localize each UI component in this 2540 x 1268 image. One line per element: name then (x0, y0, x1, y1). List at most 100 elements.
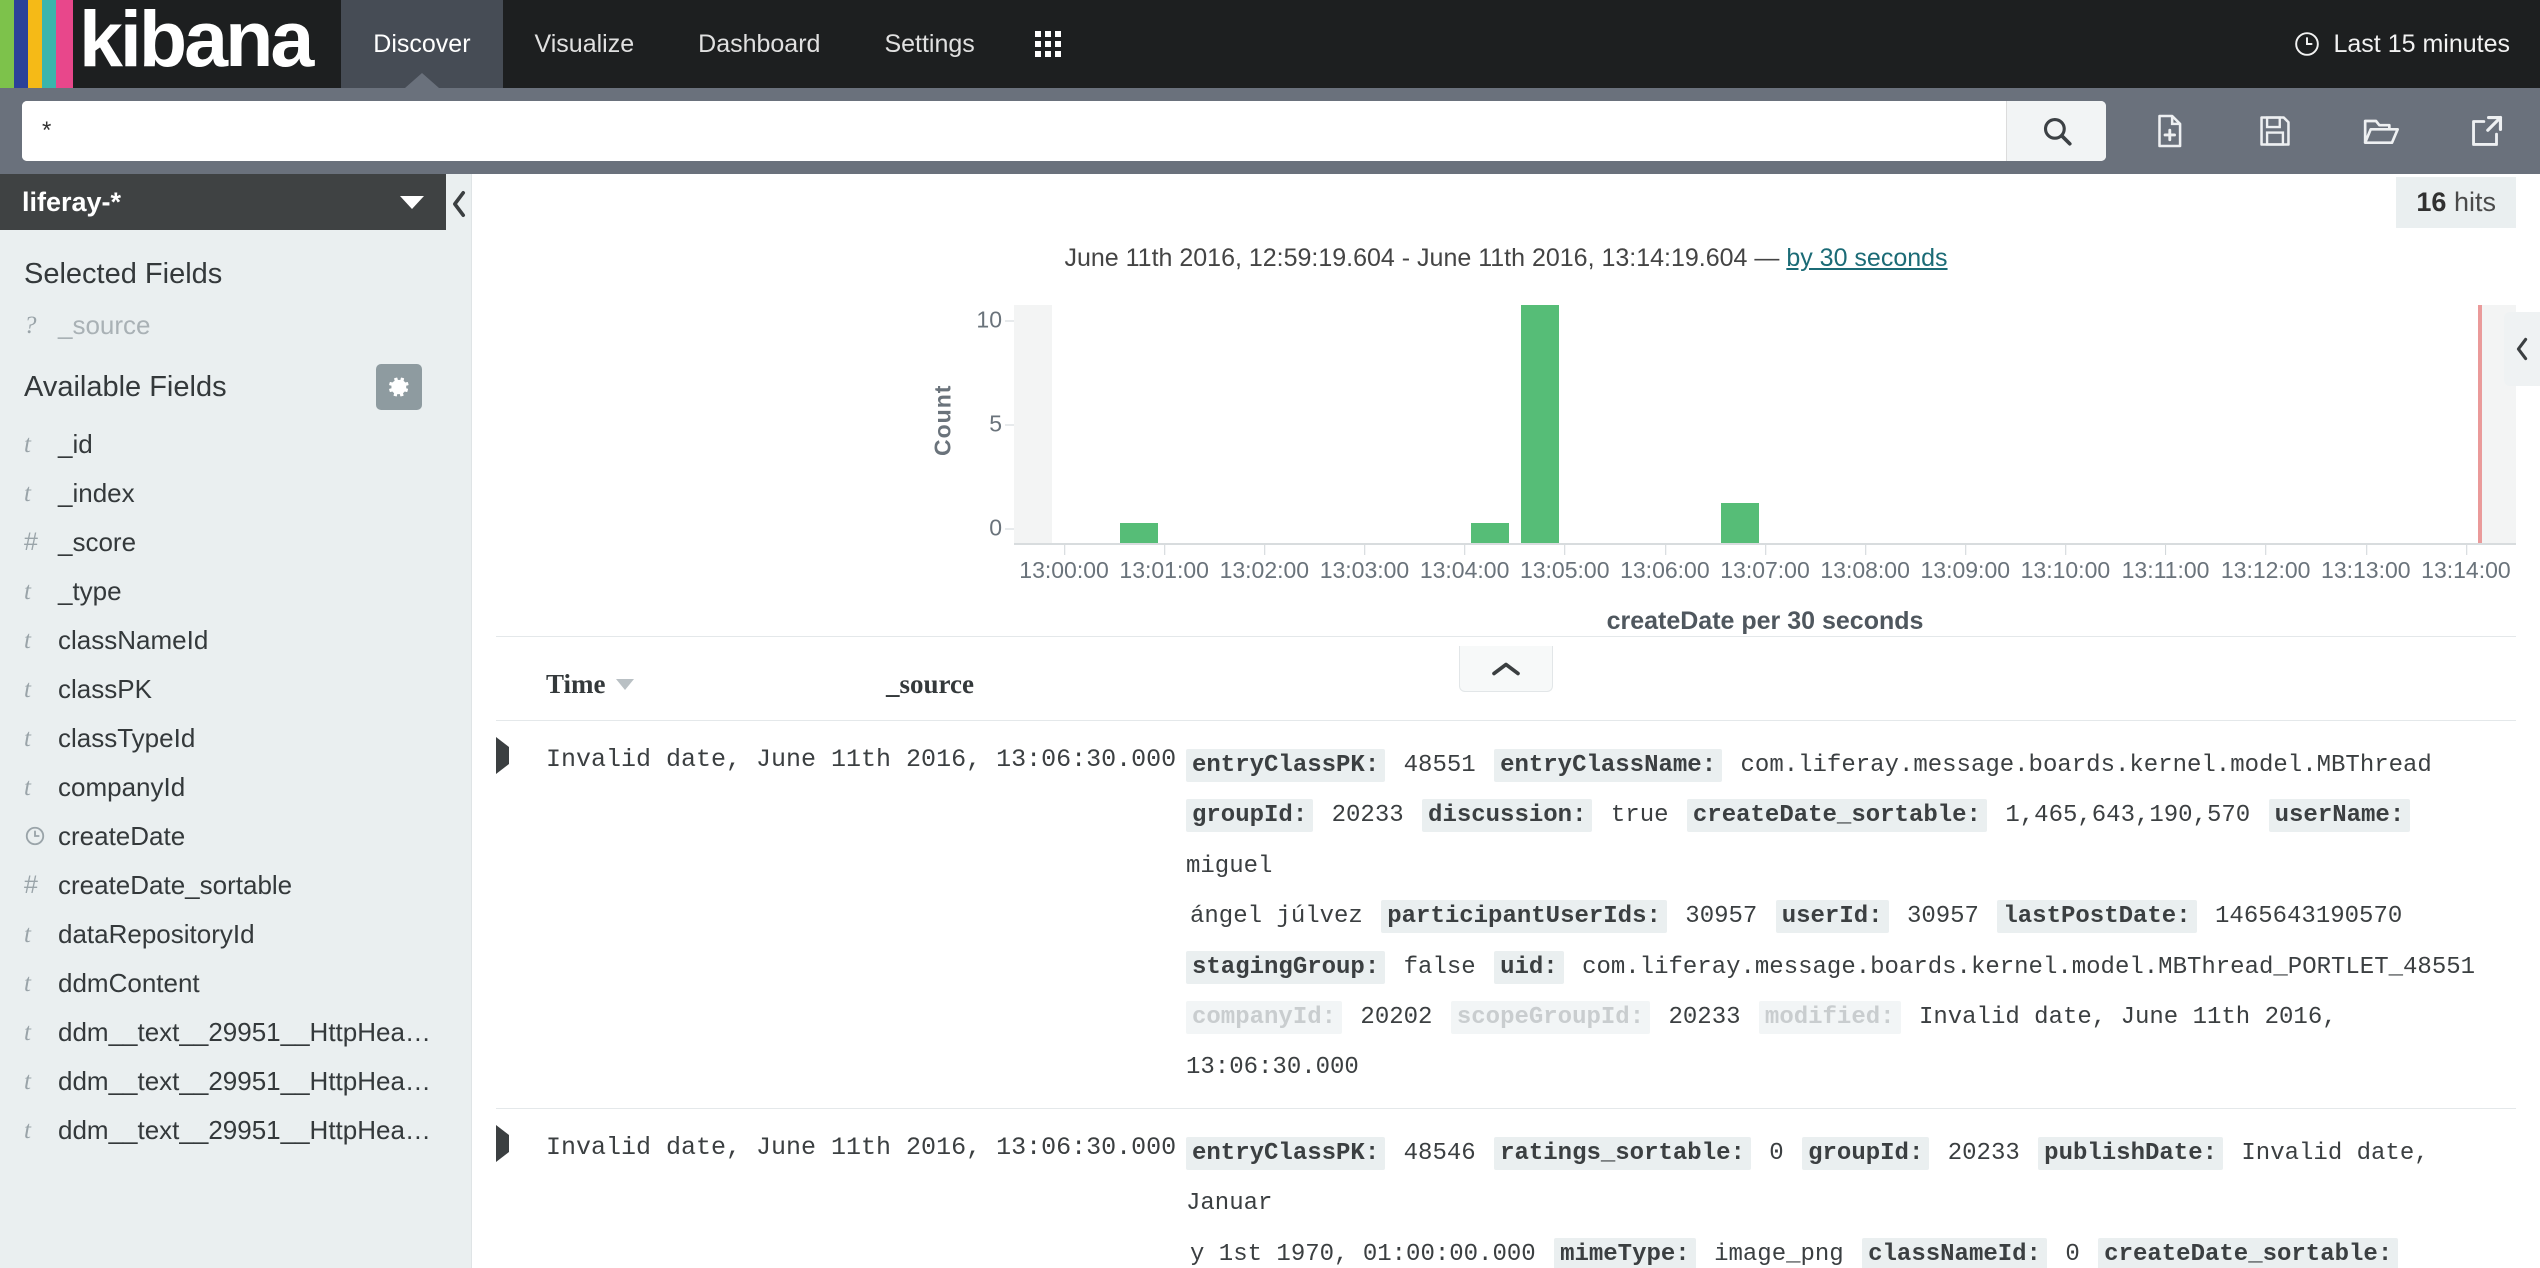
source-field-key: modified: (1758, 1000, 1901, 1034)
sidebar-field-classTypeId[interactable]: t classTypeId (0, 714, 446, 763)
column-header-time[interactable]: Time (496, 669, 886, 700)
search-input[interactable] (22, 101, 2006, 161)
sidebar-collapse-button[interactable] (446, 174, 472, 1268)
sidebar-field-_id[interactable]: t _id (0, 420, 446, 469)
top-navbar: kibana Discover Visualize Dashboard Sett… (0, 0, 2540, 88)
search-icon (2043, 117, 2072, 146)
source-field-key: discussion: (1422, 799, 1593, 833)
source-field-value: 48546 (1389, 1139, 1491, 1167)
field-name: _score (58, 527, 137, 557)
source-field-key: entryClassPK: (1186, 1136, 1386, 1170)
sidebar-field-_type[interactable]: t _type (0, 567, 446, 616)
nav-tabs: Discover Visualize Dashboard Settings (341, 0, 1089, 88)
tab-discover[interactable]: Discover (341, 0, 503, 88)
source-field-key: createDate_sortable: (1686, 799, 1987, 833)
app-body: liferay-* Selected Fields ? _source Avai… (0, 174, 2540, 1268)
table-row[interactable]: Invalid date, June 11th 2016, 13:06:30.0… (496, 720, 2516, 1108)
y-axis-label: Count (929, 384, 956, 456)
sidebar-field-source[interactable]: ? _source (0, 301, 446, 350)
field-name: _index (58, 478, 135, 508)
histogram-bar[interactable] (1720, 503, 1759, 543)
source-field-value: 20233 (1317, 802, 1419, 830)
chart-time-range: June 11th 2016, 12:59:19.604 - June 11th… (496, 230, 2516, 281)
source-field-value: true (1596, 802, 1683, 830)
plot-canvas[interactable] (1014, 295, 2516, 545)
source-field-key: mimeType: (1554, 1237, 1696, 1268)
field-name: dataRepositoryId (58, 919, 255, 949)
column-header-source[interactable]: _source (886, 669, 974, 700)
column-header-time-label: Time (546, 669, 606, 699)
sidebar-field-companyId[interactable]: t companyId (0, 763, 446, 812)
gear-icon (389, 377, 409, 397)
table-row[interactable]: Invalid date, June 11th 2016, 13:06:30.0… (496, 1107, 2516, 1268)
x-axis-label: createDate per 30 seconds (1606, 607, 1924, 635)
x-tick: 13:09:00 (1920, 545, 2011, 583)
logo-bar-5 (56, 0, 73, 88)
source-field-value: 20202 (1346, 1003, 1447, 1031)
tab-dashboard[interactable]: Dashboard (666, 0, 852, 88)
field-type-string-icon: t (24, 430, 31, 458)
sidebar-field-ddm-text-2[interactable]: t ddm__text__29951__HttpHea… (0, 1057, 446, 1106)
sidebar-field-classNameId[interactable]: t classNameId (0, 616, 446, 665)
sidebar-field-createDate_sortable[interactable]: # createDate_sortable (0, 861, 446, 910)
histogram-bar[interactable] (1120, 523, 1159, 543)
histogram-bar[interactable] (1470, 523, 1509, 543)
source-field-key: lastPostDate: (1997, 900, 2197, 934)
new-search-button[interactable] (2116, 88, 2222, 174)
field-type-string-icon: t (24, 577, 31, 605)
sidebar-field-dataRepositoryId[interactable]: t dataRepositoryId (0, 910, 446, 959)
expand-row-button[interactable] (496, 1124, 546, 1268)
tab-visualize[interactable]: Visualize (503, 0, 667, 88)
field-name: ddmContent (58, 968, 200, 998)
source-field-key: classNameId: (1862, 1237, 2047, 1268)
time-picker-label: Last 15 minutes (2333, 29, 2511, 58)
hits-count: 16 (2416, 186, 2447, 217)
source-field-value: 20233 (1654, 1003, 1755, 1031)
field-settings-button[interactable] (376, 364, 422, 410)
field-type-string-icon: t (24, 1067, 31, 1095)
histogram-chart: June 11th 2016, 12:59:19.604 - June 11th… (472, 230, 2540, 692)
sidebar-field-ddm-text-3[interactable]: t ddm__text__29951__HttpHea… (0, 1106, 446, 1155)
sidebar-field-_index[interactable]: t _index (0, 469, 446, 518)
source-field-key: ratings_sortable: (1494, 1136, 1751, 1170)
chevron-right-icon (496, 737, 509, 774)
index-pattern-selector[interactable]: liferay-* (0, 174, 446, 230)
floppy-disk-icon (2260, 116, 2290, 146)
expand-row-button[interactable] (496, 737, 546, 1094)
tab-settings[interactable]: Settings (852, 0, 1006, 88)
field-name: classTypeId (58, 723, 196, 753)
save-search-button[interactable] (2222, 88, 2328, 174)
field-name: ddm__text__29951__HttpHea… (58, 1066, 431, 1096)
source-field-value: 1,465,643,190,570 (1990, 802, 2265, 830)
chart-interval-link[interactable]: by 30 seconds (1786, 244, 1947, 272)
plot-area: Count 0 5 10 (496, 295, 2516, 545)
chevron-up-icon (1492, 662, 1520, 675)
available-fields-header: Available Fields (0, 350, 446, 420)
sidebar-field-ddmContent[interactable]: t ddmContent (0, 959, 446, 1008)
query-input-wrapper (22, 101, 2106, 161)
x-tick: 13:01:00 (1119, 545, 1209, 583)
histogram-bar[interactable] (1520, 305, 1559, 543)
row-time: Invalid date, June 11th 2016, 13:06:30.0… (546, 1132, 1177, 1162)
sidebar-field-ddm-text-1[interactable]: t ddm__text__29951__HttpHea… (0, 1008, 446, 1057)
kibana-logo[interactable]: kibana (0, 0, 314, 88)
sidebar-field-_score[interactable]: # _score (0, 518, 446, 567)
apps-button[interactable] (1007, 0, 1089, 88)
share-search-button[interactable] (2434, 88, 2540, 174)
field-name: companyId (58, 772, 186, 802)
search-button[interactable] (2006, 101, 2106, 161)
field-type-string-icon: t (24, 479, 31, 507)
field-type-string-icon: t (24, 969, 31, 997)
field-list-scroll[interactable]: Selected Fields ? _source Available Fiel… (0, 230, 446, 1268)
sidebar-field-createDate[interactable]: createDate (0, 812, 446, 861)
chart-collapse-button[interactable] (1459, 646, 1553, 692)
source-field-value: 0 (2050, 1240, 2095, 1268)
time-picker-button[interactable]: Last 15 minutes (2294, 0, 2540, 88)
query-bar (0, 88, 2540, 174)
field-sidebar: liferay-* Selected Fields ? _source Avai… (0, 174, 446, 1268)
open-search-button[interactable] (2328, 88, 2434, 174)
chart-right-collapse-button[interactable] (2504, 312, 2540, 386)
discover-main: 16 hits June 11th 2016, 12:59:19.604 - J… (472, 174, 2540, 1268)
sidebar-field-classPK[interactable]: t classPK (0, 665, 446, 714)
source-field-value: 30957 (1892, 903, 1994, 931)
